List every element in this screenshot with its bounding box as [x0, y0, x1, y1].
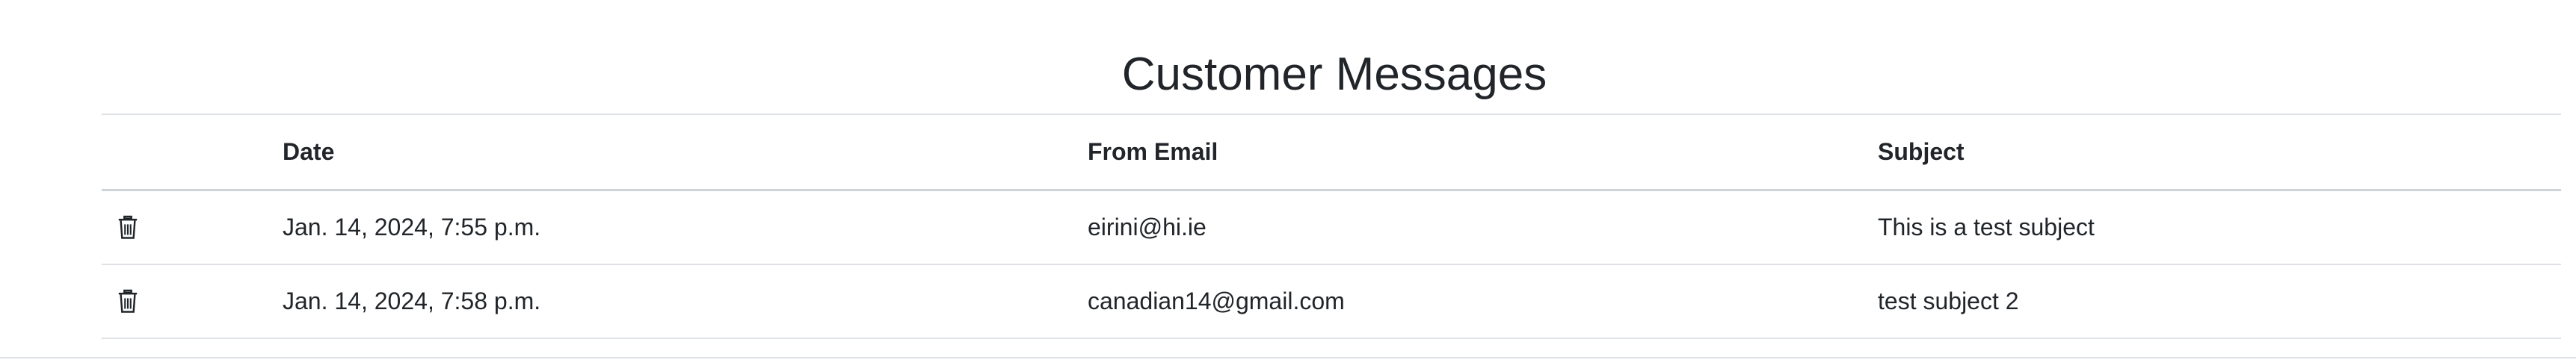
delete-button[interactable] — [117, 265, 154, 338]
table-header-row: Date From Email Subject — [102, 115, 2561, 191]
cell-subject: This is a test subject — [1878, 214, 2095, 240]
trash-icon[interactable] — [117, 289, 139, 314]
column-header-from-email: From Email — [1088, 138, 1218, 165]
trash-icon[interactable] — [117, 215, 139, 240]
customer-messages-page: Customer Messages Date From Email Subjec… — [0, 0, 2576, 360]
cell-subject: test subject 2 — [1878, 288, 2019, 314]
action-column-header — [117, 115, 154, 189]
page-title: Customer Messages — [1121, 49, 1547, 100]
cell-date: Jan. 14, 2024, 7:58 p.m. — [283, 288, 541, 314]
column-header-subject: Subject — [1878, 138, 1965, 165]
cell-date: Jan. 14, 2024, 7:55 p.m. — [283, 214, 541, 240]
messages-table: Date From Email Subject Jan. 14, 2024, 7… — [102, 114, 2561, 339]
column-header-date: Date — [283, 138, 335, 165]
table-row: Jan. 14, 2024, 7:55 p.m. eirini@hi.ie Th… — [102, 191, 2561, 265]
cell-from-email: eirini@hi.ie — [1088, 214, 1207, 240]
page-divider — [0, 357, 2576, 359]
delete-button[interactable] — [117, 191, 154, 264]
cell-from-email: canadian14@gmail.com — [1088, 288, 1345, 314]
table-row: Jan. 14, 2024, 7:58 p.m. canadian14@gmai… — [102, 265, 2561, 339]
